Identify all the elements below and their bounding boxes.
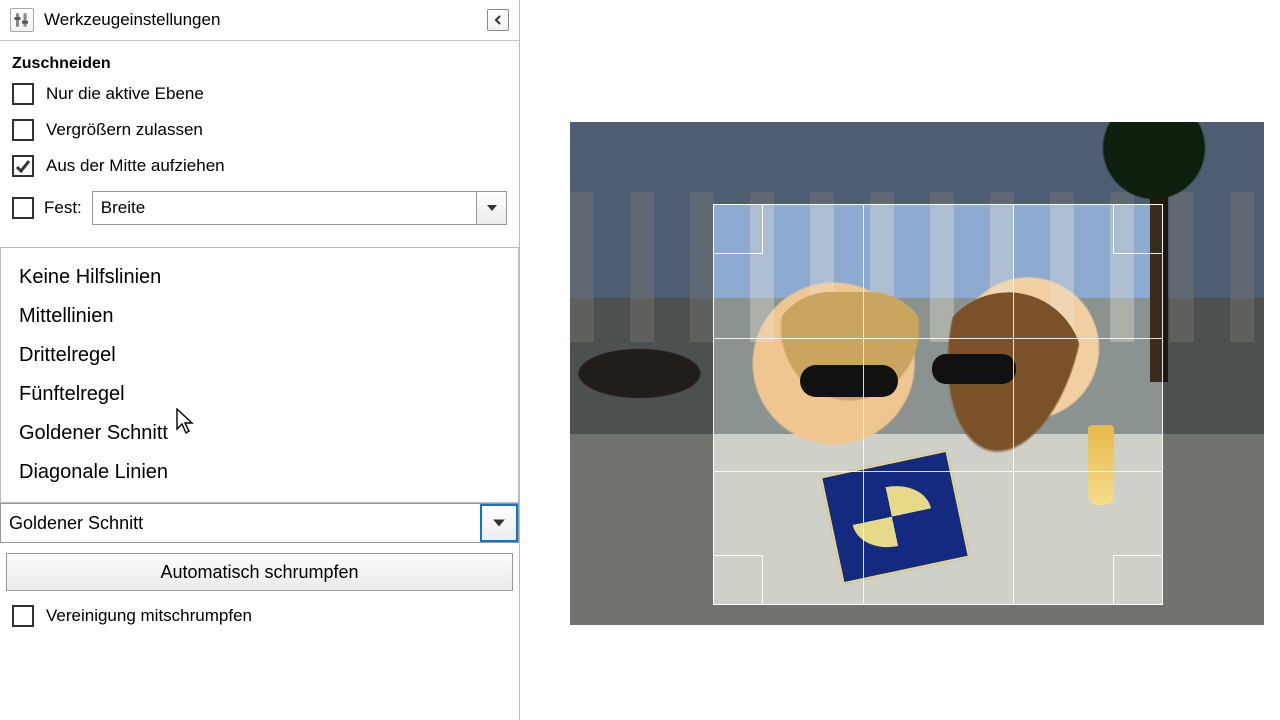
crop-options-section: Zuschneiden Nur die aktive Ebene Vergröß… xyxy=(0,41,519,247)
crop-handle-top-right[interactable] xyxy=(1113,204,1163,254)
label-only-active-layer: Nur die aktive Ebene xyxy=(46,84,204,104)
section-title: Zuschneiden xyxy=(12,55,507,73)
crop-rectangle[interactable] xyxy=(713,204,1163,605)
label-fixed: Fest: xyxy=(44,198,82,218)
guide-mode-value: Goldener Schnitt xyxy=(1,504,480,542)
chevron-down-icon[interactable] xyxy=(476,192,506,224)
checkbox-from-center[interactable] xyxy=(12,155,34,177)
label-from-center: Aus der Mitte aufziehen xyxy=(46,156,225,176)
checkbox-allow-growing[interactable] xyxy=(12,119,34,141)
panel-title: Werkzeugeinstellungen xyxy=(44,10,477,30)
tool-options-icon xyxy=(10,8,34,32)
guide-option[interactable]: Fünftelregel xyxy=(1,375,518,414)
guide-option[interactable]: Goldener Schnitt xyxy=(1,414,518,453)
checkbox-fixed[interactable] xyxy=(12,197,34,219)
guide-option[interactable]: Keine Hilfslinien xyxy=(1,258,518,297)
tool-options-panel: Werkzeugeinstellungen Zuschneiden Nur di… xyxy=(0,0,520,720)
guide-mode-combo[interactable]: Goldener Schnitt xyxy=(0,503,519,543)
guide-option[interactable]: Mittellinien xyxy=(1,297,518,336)
crop-handle-top-left[interactable] xyxy=(713,204,763,254)
crop-handle-bottom-right[interactable] xyxy=(1113,555,1163,605)
checkbox-only-active-layer[interactable] xyxy=(12,83,34,105)
label-allow-growing: Vergrößern zulassen xyxy=(46,120,203,140)
image-canvas[interactable] xyxy=(570,122,1264,625)
panel-header: Werkzeugeinstellungen xyxy=(0,0,519,41)
fixed-dimension-value: Breite xyxy=(93,192,476,224)
label-shrink-merged: Vereinigung mitschrumpfen xyxy=(46,606,252,626)
crop-handle-bottom-left[interactable] xyxy=(713,555,763,605)
auto-shrink-label: Automatisch schrumpfen xyxy=(160,562,358,583)
guide-option[interactable]: Drittelregel xyxy=(1,336,518,375)
chevron-down-icon[interactable] xyxy=(480,504,518,542)
guide-option[interactable]: Diagonale Linien xyxy=(1,453,518,492)
auto-shrink-button[interactable]: Automatisch schrumpfen xyxy=(6,553,513,591)
checkbox-shrink-merged[interactable] xyxy=(12,605,34,627)
fixed-dimension-combo[interactable]: Breite xyxy=(92,191,507,225)
panel-collapse-button[interactable] xyxy=(487,9,509,31)
guide-options-dropdown: Keine Hilfslinien Mittellinien Drittelre… xyxy=(0,247,519,503)
